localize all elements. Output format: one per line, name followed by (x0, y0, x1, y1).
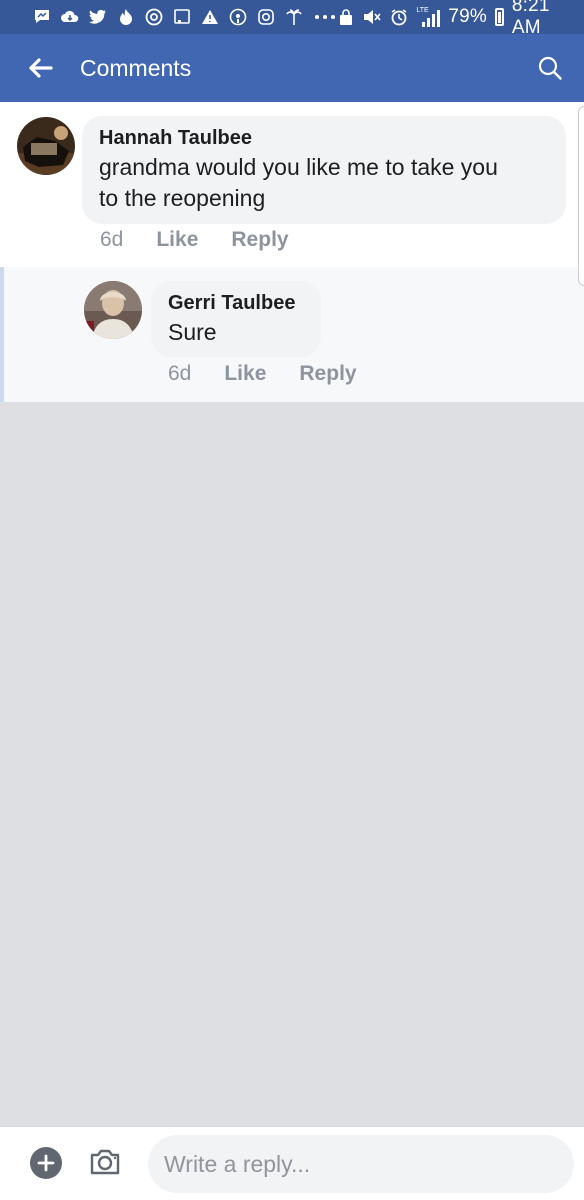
comment-text: to the reopening (99, 185, 266, 211)
back-arrow-icon (29, 58, 53, 78)
sync-icon (144, 7, 164, 27)
search-button[interactable] (532, 50, 568, 86)
network-label: LTE (416, 7, 429, 14)
plus-icon (37, 1154, 55, 1172)
camera-button[interactable] (88, 1145, 122, 1179)
reply-input[interactable] (148, 1135, 574, 1193)
scrollbar[interactable] (578, 106, 584, 286)
comment-author[interactable]: Hannah Taulbee (99, 124, 550, 152)
search-icon (538, 56, 562, 80)
reply-button[interactable]: Reply (231, 228, 288, 252)
palm-tree-icon (284, 7, 304, 27)
comments-list: Hannah Taulbee grandma would you like me… (0, 102, 584, 402)
lte-signal-icon: LTE (416, 7, 441, 27)
reply-button[interactable]: Reply (299, 362, 356, 386)
podcast-icon (228, 7, 248, 27)
add-button[interactable] (30, 1147, 62, 1179)
alert-icon (200, 7, 220, 27)
messenger-icon (32, 7, 52, 27)
avatar[interactable] (17, 117, 75, 175)
alarm-icon (390, 7, 408, 27)
notification-icons (32, 7, 338, 27)
tinder-icon (116, 7, 136, 27)
reply-bubble[interactable]: Gerri Taulbee Sure (151, 281, 321, 357)
battery-percent: 79% (448, 6, 487, 27)
battery-icon (494, 8, 504, 26)
comment-actions: 6d Like Reply (100, 228, 289, 252)
more-dots-icon (312, 7, 338, 27)
cast-icon (172, 7, 192, 27)
comment-time: 6d (100, 228, 124, 251)
avatar[interactable] (84, 281, 142, 339)
reply-composer (0, 1126, 584, 1200)
reply-author[interactable]: Gerri Taulbee (168, 289, 305, 317)
reply-time: 6d (168, 362, 192, 385)
page-title: Comments (80, 54, 192, 81)
twitter-icon (88, 7, 108, 27)
reply-text: Sure (168, 319, 217, 345)
camera-icon (90, 1149, 120, 1175)
comment-text: grandma would you like me to take you (99, 154, 498, 180)
like-button[interactable]: Like (224, 362, 266, 386)
back-button[interactable] (0, 34, 80, 102)
app-header: Comments (0, 34, 584, 102)
cloud-download-icon (60, 7, 80, 27)
reply-thread: Gerri Taulbee Sure 6d Like Reply (0, 267, 584, 402)
status-bar: LTE 79% 8:21 AM (0, 0, 584, 38)
comment: Hannah Taulbee grandma would you like me… (0, 102, 584, 267)
lock-icon (338, 7, 354, 27)
mute-icon (362, 7, 382, 27)
reply-actions: 6d Like Reply (168, 362, 357, 386)
instagram-icon (256, 7, 276, 27)
like-button[interactable]: Like (156, 228, 198, 252)
comment-bubble[interactable]: Hannah Taulbee grandma would you like me… (82, 116, 566, 224)
